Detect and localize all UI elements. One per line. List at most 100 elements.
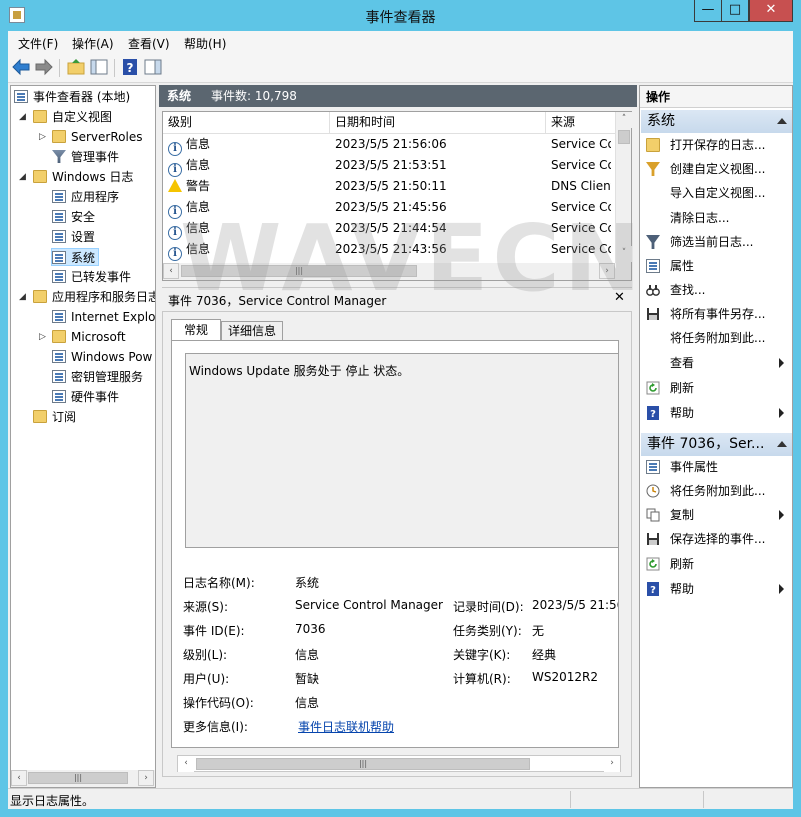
action-refresh[interactable]: 刷新 <box>646 378 788 398</box>
log-icon <box>52 390 66 403</box>
tab-details[interactable]: 详细信息 <box>221 321 283 341</box>
minimize-button[interactable]: — <box>694 0 722 22</box>
action-import-custom-view[interactable]: 导入自定义视图... <box>646 183 788 203</box>
tree-windows-powershell[interactable]: Windows Pow <box>52 348 155 366</box>
show-hide-tree-icon[interactable] <box>89 57 109 77</box>
scroll-up-icon[interactable]: ˄ <box>616 112 632 128</box>
collapse-icon[interactable] <box>777 118 787 124</box>
action-save-all-events[interactable]: 将所有事件另存... <box>646 304 788 324</box>
table-row[interactable]: i 信息 2023/5/5 21:53:51 Service Co <box>163 155 611 177</box>
svg-text:?: ? <box>650 585 656 596</box>
column-level[interactable]: 级别 <box>163 112 330 133</box>
tree-subscriptions[interactable]: 订阅 <box>33 408 76 426</box>
maximize-button[interactable]: □ <box>721 0 749 22</box>
svg-text:?: ? <box>127 61 134 75</box>
event-detail-title: 事件 7036，Service Control Manager <box>168 294 387 308</box>
menu-file[interactable]: 文件(F) <box>18 35 58 52</box>
menu-view[interactable]: 查看(V) <box>128 35 170 52</box>
event-properties-icon <box>646 460 660 474</box>
log-name: 系统 <box>167 89 192 103</box>
action-refresh-event[interactable]: 刷新 <box>646 554 788 574</box>
menu-help[interactable]: 帮助(H) <box>184 35 226 52</box>
table-row[interactable]: i 信息 2023/5/5 21:44:54 Service Co <box>163 218 611 240</box>
collapse-arrow-icon[interactable]: ▷ <box>39 332 46 342</box>
close-detail-icon[interactable]: ✕ <box>614 290 625 305</box>
action-help[interactable]: ? 帮助 <box>646 403 788 423</box>
scroll-left-icon[interactable]: ‹ <box>163 263 179 279</box>
action-pane: 操作 系统 打开保存的日志... 创建自定义视图... 导入自定义视图... 清… <box>639 85 793 788</box>
scroll-left-icon[interactable]: ‹ <box>178 756 194 772</box>
scroll-thumb[interactable]: ||| <box>28 772 128 784</box>
action-properties[interactable]: 属性 <box>646 256 788 276</box>
detail-horizontal-scrollbar[interactable]: ‹ ||| › <box>177 755 621 772</box>
status-divider <box>570 791 571 808</box>
show-hide-action-pane-icon[interactable] <box>143 57 163 77</box>
event-message-box[interactable]: Windows Update 服务处于 停止 状态。 <box>185 353 619 548</box>
action-copy[interactable]: 复制 <box>646 505 788 525</box>
action-create-custom-view[interactable]: 创建自定义视图... <box>646 159 788 179</box>
menu-action[interactable]: 操作(A) <box>72 35 114 52</box>
scroll-thumb[interactable]: ||| <box>196 758 530 770</box>
open-folder-icon <box>646 138 660 152</box>
tree-windows-logs[interactable]: Windows 日志 <box>33 168 133 186</box>
tree-internet-explorer[interactable]: Internet Explo <box>52 308 155 326</box>
tree-app-services-logs[interactable]: 应用程序和服务日志 <box>33 288 155 306</box>
action-help-event[interactable]: ? 帮助 <box>646 579 788 599</box>
action-clear-log[interactable]: 清除日志... <box>646 208 788 228</box>
tree-system[interactable]: 系统 <box>51 248 100 266</box>
table-row[interactable]: 警告 2023/5/5 21:50:11 DNS Client <box>163 176 611 197</box>
action-view[interactable]: 查看 <box>646 353 788 373</box>
tree-root[interactable]: 事件查看器 (本地) <box>14 88 130 106</box>
tree-security[interactable]: 安全 <box>52 208 95 226</box>
action-attach-task-to-event[interactable]: 将任务附加到此... <box>646 481 788 501</box>
help-icon[interactable]: ? <box>120 57 140 77</box>
table-row[interactable]: i 信息 2023/5/5 21:56:06 Service Co <box>163 134 611 156</box>
table-row[interactable]: i 信息 2023/5/5 21:43:56 Service Co <box>163 239 611 261</box>
scroll-thumb[interactable] <box>618 130 630 144</box>
action-filter-current-log[interactable]: 筛选当前日志... <box>646 232 788 252</box>
close-button[interactable]: ✕ <box>749 0 793 22</box>
table-row[interactable]: i 信息 2023/5/5 21:45:56 Service Co <box>163 197 611 219</box>
action-find[interactable]: 查找... <box>646 280 788 300</box>
scroll-right-icon[interactable]: › <box>138 770 154 786</box>
title-bar[interactable]: 事件查看器 — □ ✕ <box>0 0 801 31</box>
tree-microsoft[interactable]: Microsoft <box>52 328 126 346</box>
event-list-vertical-scrollbar[interactable]: ˄ ˅ <box>615 112 632 263</box>
expand-arrow-icon[interactable]: ◢ <box>19 292 26 302</box>
column-source[interactable]: 来源 <box>546 112 616 133</box>
expand-arrow-icon[interactable]: ◢ <box>19 112 26 122</box>
back-icon[interactable] <box>11 57 31 77</box>
tree-forwarded-events[interactable]: 已转发事件 <box>52 268 131 286</box>
expand-arrow-icon[interactable]: ◢ <box>19 172 26 182</box>
tree-server-roles[interactable]: ServerRoles <box>52 128 142 146</box>
action-event-properties[interactable]: 事件属性 <box>646 457 788 477</box>
collapse-arrow-icon[interactable]: ▷ <box>39 132 46 142</box>
scroll-right-icon[interactable]: › <box>604 756 620 772</box>
tree-admin-events[interactable]: 管理事件 <box>52 148 119 166</box>
action-section-event[interactable]: 事件 7036，Ser... <box>641 433 792 456</box>
up-folder-icon[interactable] <box>66 57 86 77</box>
action-section-system[interactable]: 系统 <box>641 110 792 133</box>
scroll-right-icon[interactable]: › <box>599 263 615 279</box>
event-list-horizontal-scrollbar[interactable]: ‹ ||| › <box>163 263 631 280</box>
submenu-arrow-icon <box>779 408 784 418</box>
scroll-down-icon[interactable]: ˅ <box>616 246 632 262</box>
tree-horizontal-scrollbar[interactable]: ‹ ||| › <box>11 770 155 787</box>
scroll-left-icon[interactable]: ‹ <box>11 770 27 786</box>
scroll-thumb[interactable]: ||| <box>181 265 417 277</box>
binoculars-icon <box>646 285 660 296</box>
tree-key-management[interactable]: 密钥管理服务 <box>52 368 143 386</box>
tree-setup[interactable]: 设置 <box>52 228 95 246</box>
tab-general[interactable]: 常规 <box>171 319 221 341</box>
tree-custom-views[interactable]: 自定义视图 <box>33 108 112 126</box>
tree-hardware-events[interactable]: 硬件事件 <box>52 388 119 406</box>
collapse-icon[interactable] <box>777 441 787 447</box>
action-open-saved-log[interactable]: 打开保存的日志... <box>646 135 788 155</box>
forward-icon[interactable] <box>34 57 54 77</box>
action-attach-task-to-log[interactable]: 将任务附加到此... <box>646 328 788 348</box>
event-log-online-help-link[interactable]: 事件日志联机帮助 <box>298 718 394 735</box>
column-datetime[interactable]: 日期和时间 <box>330 112 546 133</box>
action-save-selected-events[interactable]: 保存选择的事件... <box>646 529 788 549</box>
import-icon <box>646 186 660 200</box>
tree-application[interactable]: 应用程序 <box>52 188 119 206</box>
